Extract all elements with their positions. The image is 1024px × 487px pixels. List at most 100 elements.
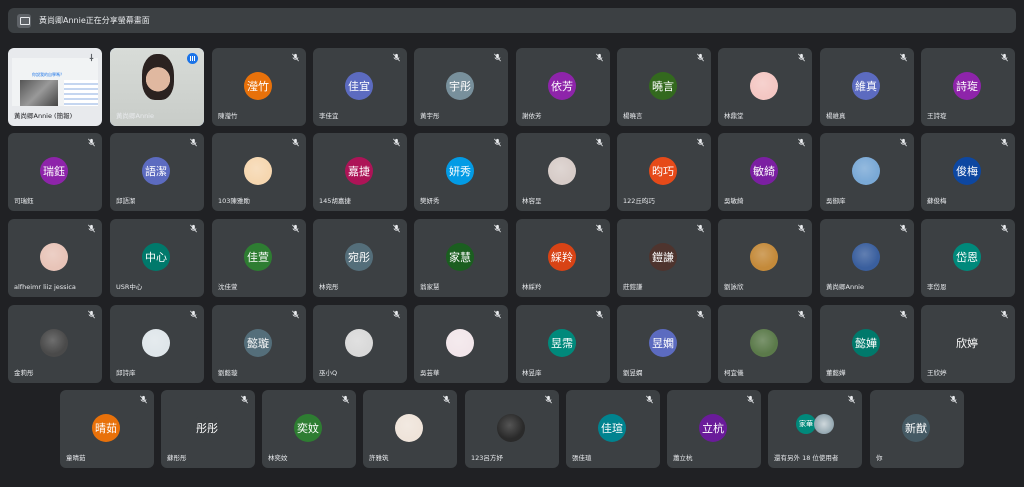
mic-muted-icon	[493, 310, 502, 319]
participant-tile[interactable]: 新猷你	[870, 390, 964, 468]
mic-muted-icon	[240, 395, 249, 404]
participant-name: 莊鎧謙	[623, 283, 643, 291]
avatar: 宛彤	[345, 243, 373, 271]
participant-tile[interactable]: 欣婷 王欣婷	[921, 305, 1015, 383]
avatar: 中心	[142, 243, 170, 271]
participant-name: 145胡嘉捷	[319, 197, 351, 205]
participant-tile[interactable]: 鎧謙 莊鎧謙	[617, 219, 711, 297]
participant-tile[interactable]: 懿嬅 董懿嬅	[820, 305, 914, 383]
participant-tile[interactable]: 嘉捷 145胡嘉捷	[313, 133, 407, 211]
participant-tile[interactable]: 昀巧 122丘昀巧	[617, 133, 711, 211]
avatar: 維真	[852, 72, 880, 100]
participant-tile[interactable]: 金莉彤	[8, 305, 102, 383]
participant-tile[interactable]: 黃尚卿Annie	[820, 219, 914, 297]
participant-name: 林鼎堂	[724, 112, 744, 120]
mic-muted-icon	[746, 395, 755, 404]
participant-tile[interactable]: 邱詩庠	[110, 305, 204, 383]
participant-name: 司瑞鈺	[14, 197, 34, 205]
participant-tile[interactable]: 奕妏 林奕妏	[262, 390, 356, 468]
participant-tile[interactable]: 宇彤 黃宇彤	[414, 48, 508, 126]
participant-tile[interactable]: alfheimr liiz jessica	[8, 219, 102, 297]
participant-name: 你	[876, 454, 883, 462]
participant-tile[interactable]: 瀅竹 陳瀅竹	[212, 48, 306, 126]
mic-muted-icon	[899, 138, 908, 147]
participant-tile[interactable]: 家華 還有另外 18 位使用者	[768, 390, 862, 468]
mic-muted-icon	[392, 138, 401, 147]
participant-name: 吳御庠	[826, 197, 846, 205]
mic-muted-icon	[544, 395, 553, 404]
participant-grid: 你說我的自學嗎？ 黃尚卿Annie (簡報) 黃尚卿Annie 瀅竹 陳瀅竹 佳宜李…	[0, 0, 1024, 487]
participant-tile[interactable]: 俊梅 蘇俊梅	[921, 133, 1015, 211]
participant-tile[interactable]: 家慧 翁家慧	[414, 219, 508, 297]
participant-tile[interactable]: 依芳 謝依芳	[516, 48, 610, 126]
slide-title: 你說我的自學嗎？	[32, 72, 64, 77]
mic-muted-icon	[696, 53, 705, 62]
participant-tile[interactable]: 彤彤 蘇彤彤	[161, 390, 255, 468]
participant-tile[interactable]: 佳萱沈佳萱	[212, 219, 306, 297]
participant-tile[interactable]: 林鼎堂	[718, 48, 812, 126]
participant-tile[interactable]: 吳芸華	[414, 305, 508, 383]
avatar	[446, 329, 474, 357]
avatar	[852, 243, 880, 271]
mic-muted-icon	[493, 138, 502, 147]
participant-tile[interactable]: 柯宜儀	[718, 305, 812, 383]
participant-tile[interactable]: 佳瑄 張佳瑄	[566, 390, 660, 468]
participant-tile[interactable]: 岱恩 李岱恩	[921, 219, 1015, 297]
participant-tile[interactable]: 吳御庠	[820, 133, 914, 211]
participant-tile[interactable]: 昱嫻 劉昱嫻	[617, 305, 711, 383]
participant-name: 黃尚卿Annie	[116, 112, 154, 120]
mic-muted-icon	[87, 310, 96, 319]
mic-muted-icon	[189, 310, 198, 319]
participant-name: alfheimr liiz jessica	[14, 283, 76, 291]
avatar: 岱恩	[953, 243, 981, 271]
avatar: 新猷	[902, 414, 930, 442]
participant-tile[interactable]: 妍秀 樊妍秀	[414, 133, 508, 211]
participant-tile[interactable]: 瑞鈺 司瑞鈺	[8, 133, 102, 211]
participant-tile[interactable]: 綵羚 林綵羚	[516, 219, 610, 297]
screen-share-tile[interactable]: 你說我的自學嗎？ 黃尚卿Annie (簡報)	[8, 48, 102, 126]
participant-tile[interactable]: 林容呈	[516, 133, 610, 211]
participant-tile[interactable]: 詩琁 王詩琁	[921, 48, 1015, 126]
participant-tile[interactable]: 103陳雅勛	[212, 133, 306, 211]
avatar: 欣婷	[953, 329, 981, 357]
pin-icon[interactable]	[87, 53, 96, 62]
mic-muted-icon	[139, 395, 148, 404]
participant-tile[interactable]: 許雅筑	[363, 390, 457, 468]
participant-tile[interactable]: 敏綺 吳敏綺	[718, 133, 812, 211]
participant-name: 金莉彤	[14, 369, 34, 377]
participant-tile[interactable]: 123呂方妤	[465, 390, 559, 468]
participant-tile[interactable]: 懿璇 劉懿璇	[212, 305, 306, 383]
mic-muted-icon	[87, 224, 96, 233]
avatar: 佳瑄	[598, 414, 626, 442]
participant-tile[interactable]: 劉詠欣	[718, 219, 812, 297]
avatar	[40, 243, 68, 271]
participant-tile[interactable]: 佳宜 李佳宜	[313, 48, 407, 126]
participant-tile[interactable]: 中心 USR中心	[110, 219, 204, 297]
participant-tile[interactable]: 巫小Q	[313, 305, 407, 383]
mic-muted-icon	[392, 53, 401, 62]
participant-name: 劉昱嫻	[623, 369, 643, 377]
participant-tile[interactable]: 昱霈 林昱庠	[516, 305, 610, 383]
mic-muted-icon	[797, 310, 806, 319]
participant-tile[interactable]: 維真 楊維真	[820, 48, 914, 126]
self-video-tile[interactable]: 黃尚卿Annie	[110, 48, 204, 126]
participant-name: 許雅筑	[369, 454, 389, 462]
participant-name: 沈佳萱	[218, 283, 238, 291]
participant-name: 123呂方妤	[471, 454, 503, 462]
participant-tile[interactable]: 宛彤 林宛彤	[313, 219, 407, 297]
participant-tile[interactable]: 立杭 蕭立杭	[667, 390, 761, 468]
participant-name: 楊曉言	[623, 112, 643, 120]
participant-tile[interactable]: 語潔 邱語潔	[110, 133, 204, 211]
avatar	[40, 329, 68, 357]
participant-name: 蕭立杭	[673, 454, 693, 462]
avatar: 佳萱	[244, 243, 272, 271]
participant-tile[interactable]: 曉言 楊曉言	[617, 48, 711, 126]
mic-muted-icon	[899, 224, 908, 233]
mic-muted-icon	[899, 310, 908, 319]
participant-tile[interactable]: 晴茹 童晴茹	[60, 390, 154, 468]
participant-name: 邱詩庠	[116, 369, 136, 377]
participant-name: 巫小Q	[319, 369, 338, 377]
participant-name: 邱語潔	[116, 197, 136, 205]
mic-muted-icon	[493, 53, 502, 62]
avatar: 依芳	[548, 72, 576, 100]
